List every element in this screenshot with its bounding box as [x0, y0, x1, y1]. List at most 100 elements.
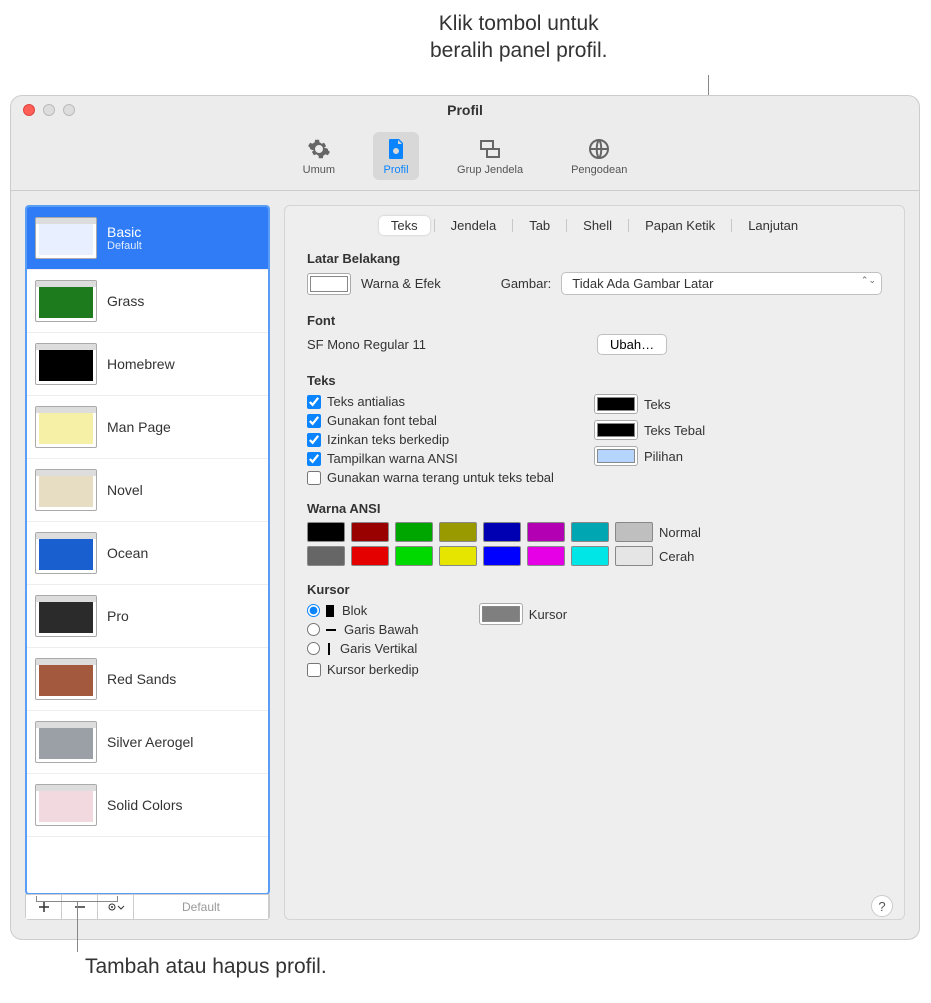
window-title: Profil [11, 102, 919, 118]
tab-tab[interactable]: Tab [517, 216, 562, 235]
profile-name: Grass [107, 293, 260, 309]
callout-tabs: Klik tombol untuk beralih panel profil. [430, 10, 607, 65]
background-image-select[interactable]: Tidak Ada Gambar Latar [561, 272, 882, 295]
image-label: Gambar: [501, 276, 552, 291]
ansi-color-well[interactable] [307, 522, 345, 542]
bright-bold-label: Gunakan warna terang untuk teks tebal [327, 470, 554, 485]
ansi-color-well[interactable] [439, 522, 477, 542]
cursor-block-label: Blok [342, 603, 367, 618]
background-color-well[interactable] [307, 273, 351, 295]
profile-thumbnail [35, 595, 97, 637]
ansi-label: Tampilkan warna ANSI [327, 451, 458, 466]
cursor-color-label: Kursor [529, 607, 567, 622]
ansi-color-well[interactable] [571, 522, 609, 542]
default-profile-button[interactable]: Default [134, 895, 269, 919]
profile-name: BasicDefault [107, 224, 260, 252]
toolbar-general[interactable]: Umum [293, 132, 345, 180]
background-title: Latar Belakang [307, 251, 882, 266]
ansi-checkbox[interactable] [307, 452, 321, 466]
ansi-color-well[interactable] [615, 522, 653, 542]
cursor-underline-radio[interactable] [307, 623, 320, 636]
tab-text[interactable]: Teks [379, 216, 430, 235]
tab-advanced[interactable]: Lanjutan [736, 216, 810, 235]
blink-checkbox[interactable] [307, 433, 321, 447]
change-font-button[interactable]: Ubah… [597, 334, 667, 355]
globe-icon [586, 136, 612, 162]
toolbar-window-groups[interactable]: Grup Jendela [447, 132, 533, 180]
callout-add-remove: Tambah atau hapus profil. [85, 955, 327, 979]
toolbar-encodings[interactable]: Pengodean [561, 132, 637, 180]
ansi-color-well[interactable] [483, 522, 521, 542]
cursor-color-well[interactable] [479, 603, 523, 625]
ansi-row-label: Normal [659, 525, 701, 540]
text-color-well[interactable] [594, 394, 638, 414]
profile-name: Solid Colors [107, 797, 260, 813]
profile-thumbnail [35, 280, 97, 322]
file-gear-icon [383, 136, 409, 162]
profile-thumbnail [35, 721, 97, 763]
ansi-normal-row: Normal [307, 522, 882, 542]
toolbar-label: Pengodean [571, 164, 627, 176]
tab-keyboard[interactable]: Papan Ketik [633, 216, 727, 235]
profile-tabs: Teks Jendela Tab Shell Papan Ketik Lanju… [285, 206, 904, 243]
ansi-color-well[interactable] [483, 546, 521, 566]
cursor-title: Kursor [307, 582, 882, 597]
profile-name: Ocean [107, 545, 260, 561]
profiles-list[interactable]: BasicDefault Grass Homebrew Man Page Novel Oc… [25, 205, 270, 895]
toolbar-label: Grup Jendela [457, 164, 523, 176]
bold-color-well[interactable] [594, 420, 638, 440]
profile-settings-panel: Teks Jendela Tab Shell Papan Ketik Lanju… [284, 205, 905, 920]
ansi-color-well[interactable] [395, 546, 433, 566]
profile-item[interactable]: Red Sands [27, 648, 268, 711]
text-title: Teks [307, 373, 882, 388]
tab-shell[interactable]: Shell [571, 216, 624, 235]
gear-icon [306, 136, 332, 162]
profile-thumbnail [35, 532, 97, 574]
ansi-color-well[interactable] [307, 546, 345, 566]
profile-item[interactable]: BasicDefault [27, 207, 268, 270]
cursor-block-radio[interactable] [307, 604, 320, 617]
ansi-color-well[interactable] [439, 546, 477, 566]
profile-thumbnail [35, 406, 97, 448]
ansi-color-well[interactable] [351, 522, 389, 542]
ansi-color-well[interactable] [527, 546, 565, 566]
ansi-color-well[interactable] [615, 546, 653, 566]
cursor-underline-label: Garis Bawah [344, 622, 418, 637]
bright-bold-checkbox[interactable] [307, 471, 321, 485]
profile-name: Man Page [107, 419, 260, 435]
profile-item[interactable]: Novel [27, 459, 268, 522]
selection-color-well[interactable] [594, 446, 638, 466]
bold-color-label: Teks Tebal [644, 423, 705, 438]
ansi-color-well[interactable] [395, 522, 433, 542]
font-value: SF Mono Regular 11 [307, 337, 587, 352]
profile-item[interactable]: Ocean [27, 522, 268, 585]
profile-name: Novel [107, 482, 260, 498]
preferences-window: Profil Umum Profil Grup Jendela Pengodea… [10, 95, 920, 940]
window-group-icon [477, 136, 503, 162]
ansi-color-well[interactable] [527, 522, 565, 542]
cursor-blink-label: Kursor berkedip [327, 662, 419, 677]
blink-label: Izinkan teks berkedip [327, 432, 449, 447]
profile-thumbnail [35, 343, 97, 385]
tab-window[interactable]: Jendela [439, 216, 509, 235]
antialias-label: Teks antialias [327, 394, 405, 409]
ansi-color-well[interactable] [351, 546, 389, 566]
profile-item[interactable]: Grass [27, 270, 268, 333]
ansi-color-well[interactable] [571, 546, 609, 566]
help-button[interactable]: ? [871, 895, 893, 917]
profile-thumbnail [35, 217, 97, 259]
profile-item[interactable]: Homebrew [27, 333, 268, 396]
profile-name: Red Sands [107, 671, 260, 687]
bold-checkbox[interactable] [307, 414, 321, 428]
cursor-vertical-radio[interactable] [307, 642, 320, 655]
profile-thumbnail [35, 658, 97, 700]
toolbar-profiles[interactable]: Profil [373, 132, 419, 180]
profile-item[interactable]: Pro [27, 585, 268, 648]
profile-item[interactable]: Silver Aerogel [27, 711, 268, 774]
prefs-toolbar: Umum Profil Grup Jendela Pengodean [11, 124, 919, 191]
antialias-checkbox[interactable] [307, 395, 321, 409]
toolbar-label: Umum [303, 164, 335, 176]
cursor-blink-checkbox[interactable] [307, 663, 321, 677]
profile-item[interactable]: Solid Colors [27, 774, 268, 837]
profile-item[interactable]: Man Page [27, 396, 268, 459]
